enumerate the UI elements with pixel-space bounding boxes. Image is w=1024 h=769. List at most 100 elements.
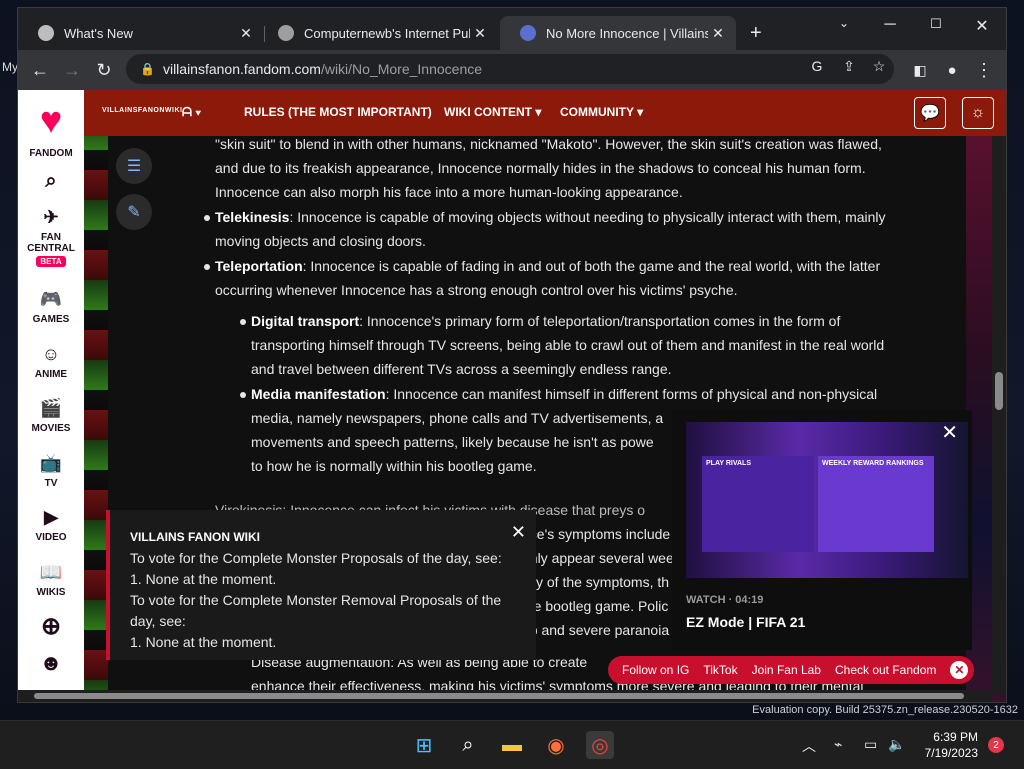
video-label: VIDEO [35, 532, 67, 543]
wikis-link[interactable]: 📖 WIKIS [18, 561, 84, 598]
google-icon[interactable]: G [808, 57, 826, 75]
tv-icon: 📺 [39, 453, 63, 473]
notice-line: To vote for the Complete Monster Proposa… [130, 550, 502, 566]
video-link[interactable]: ▶ VIDEO [18, 506, 84, 543]
address-bar[interactable]: 🔒 villainsfanon.fandom.com /wiki/No_More… [126, 54, 894, 84]
menu-kebab-icon[interactable]: ⋮ [972, 58, 996, 82]
anime-link[interactable]: ☺ ANIME [18, 343, 84, 380]
tv-link[interactable]: 📺 TV [18, 452, 84, 489]
time: 6:39 PM [933, 730, 978, 744]
network-icon[interactable]: ⌁ [834, 736, 842, 753]
search-icon[interactable]: ⌕ [454, 731, 482, 759]
check-out-fandom-link[interactable]: Check out Fandom [835, 663, 936, 677]
discussions-icon[interactable]: 💬 [914, 97, 946, 129]
follow-ig-link[interactable]: Follow on IG [622, 663, 689, 677]
vertical-scrollbar[interactable] [992, 136, 1006, 694]
notice-line: day, see: [130, 613, 186, 629]
file-explorer-icon[interactable]: ▬ [498, 731, 526, 759]
fandom-global-nav: ♥ FANDOM ⌕ ✈ FAN CENTRAL BETA 🎮 GAMES ☺ … [18, 90, 84, 702]
close-tab-icon[interactable]: ✕ [236, 25, 256, 42]
nav-wiki-content-label: WIKI CONTENT [444, 105, 532, 119]
video-duration: WATCH · 04:19 [686, 594, 764, 606]
close-window-icon[interactable]: ✕ [968, 16, 996, 36]
reload-icon[interactable]: ↻ [92, 58, 116, 82]
thumb-text: WEEKLY REWARD RANKINGS [822, 460, 924, 467]
term: Digital transport [251, 313, 360, 329]
video-thumbnail[interactable]: PLAY RIVALS WEEKLY REWARD RANKINGS [686, 422, 968, 578]
close-video-icon[interactable]: ✕ [941, 420, 958, 445]
notification-badge[interactable]: 2 [988, 737, 1004, 753]
clock[interactable]: 6:39 PM 7/19/2023 [925, 729, 978, 761]
movies-link[interactable]: 🎬 MOVIES [18, 397, 84, 434]
nav-community-label: COMMUNITY [560, 105, 634, 119]
notice-line: 1. None at the moment. [130, 571, 277, 587]
bookmark-star-icon[interactable]: ☆ [870, 57, 888, 75]
article-line: occurring whenever Innocence has a stron… [215, 282, 738, 298]
bullet [240, 392, 246, 398]
fan-central-link[interactable]: ✈ FAN CENTRAL BETA [18, 206, 84, 267]
windows-start-icon[interactable]: ⊞ [410, 731, 438, 759]
fan-lab-link[interactable]: Join Fan Lab [752, 663, 821, 677]
video-title[interactable]: EZ Mode | FIFA 21 [686, 614, 805, 630]
tab-whats-new[interactable]: What's New ✕ [18, 16, 264, 50]
article-line: only appear several wee [522, 550, 674, 566]
volume-icon[interactable]: 🔈 [888, 736, 905, 753]
wiki-wordmark[interactable]: VILLAINSFANONWIKI [102, 107, 182, 114]
theme-toggle-icon[interactable]: ☼ [962, 97, 994, 129]
scrollbar-thumb[interactable] [995, 372, 1003, 410]
plus-circle-icon: ⊕ [40, 613, 62, 640]
chrome-icon[interactable]: ◎ [586, 731, 614, 759]
nav-wiki-content[interactable]: WIKI CONTENT ▾ [444, 105, 541, 119]
table-of-contents-icon[interactable]: ☰ [116, 148, 152, 184]
browser-window: What's New ✕ Computernewb's Internet Pub… [18, 8, 1006, 702]
profile-icon[interactable]: ● [940, 58, 964, 82]
tab-strip: What's New ✕ Computernewb's Internet Pub… [18, 8, 1006, 50]
lock-icon[interactable]: 🔒 [140, 62, 155, 76]
text: : Innocence's primary form of teleportat… [359, 313, 841, 329]
close-icon[interactable]: ✕ [511, 522, 526, 543]
firefox-icon[interactable]: ◉ [542, 731, 570, 759]
tab-title: Computernewb's Internet Pub H [304, 25, 470, 41]
notice-line: To vote for the Complete Monster Removal… [130, 592, 502, 608]
thumb-panel [818, 456, 934, 552]
nav-community[interactable]: COMMUNITY ▾ [560, 105, 643, 119]
search-button[interactable]: ⌕ [18, 170, 84, 196]
fandom-logo[interactable]: ♥ FANDOM [18, 98, 84, 159]
create-wiki-button[interactable]: ⊕ [18, 613, 84, 642]
account-button[interactable]: ☻ [18, 652, 84, 678]
new-tab-icon[interactable]: + [750, 22, 762, 45]
beta-badge: BETA [36, 256, 66, 267]
show-hidden-icons-icon[interactable]: ︿ [802, 736, 816, 756]
close-tab-icon[interactable]: ✕ [470, 25, 490, 42]
tab-no-more-innocence[interactable]: No More Innocence | Villains Fa ✕ [500, 16, 736, 50]
fandom-heart-icon: ♥ [39, 100, 63, 142]
games-link[interactable]: 🎮 GAMES [18, 288, 84, 325]
close-tab-icon[interactable]: ✕ [708, 25, 728, 42]
horizontal-scrollbar[interactable] [18, 690, 992, 702]
featured-video-player[interactable]: PLAY RIVALS WEEKLY REWARD RANKINGS ✕ WAT… [672, 410, 972, 650]
fandom-logo-label: FANDOM [29, 148, 73, 159]
scrollbar-thumb[interactable] [34, 693, 964, 699]
side-panel-icon[interactable]: ◧ [908, 58, 932, 82]
url-path: /wiki/No_More_Innocence [320, 61, 483, 77]
desktop-icon-label[interactable]: My [2, 60, 18, 74]
term: Media manifestation [251, 386, 386, 402]
explore-menu-icon[interactable]: ᗩ ▾ [182, 105, 201, 120]
display-icon[interactable]: ▭ [864, 736, 877, 753]
nav-rules[interactable]: RULES (THE MOST IMPORTANT) [244, 105, 432, 119]
fandom-social-bar: Follow on IG TikTok Join Fan Lab Check o… [608, 656, 975, 684]
tab-computernewb[interactable]: Computernewb's Internet Pub H ✕ [258, 16, 498, 50]
back-icon[interactable]: ← [28, 58, 52, 82]
forward-icon[interactable]: → [60, 58, 84, 82]
text: : Innocence is capable of moving objects… [289, 209, 886, 225]
rocket-icon: ✈ [43, 207, 59, 227]
article-line: media, namely newspapers, phone calls an… [251, 410, 664, 426]
edit-pencil-icon[interactable]: ✎ [116, 194, 152, 230]
wikis-label: WIKIS [36, 587, 66, 598]
close-icon[interactable]: ✕ [950, 661, 969, 679]
tab-search-icon[interactable]: ⌄ [830, 16, 858, 30]
maximize-icon[interactable]: ☐ [922, 16, 950, 32]
share-icon[interactable]: ⇪ [840, 57, 858, 75]
minimize-icon[interactable]: ─ [876, 16, 904, 34]
tiktok-link[interactable]: TikTok [703, 663, 737, 677]
